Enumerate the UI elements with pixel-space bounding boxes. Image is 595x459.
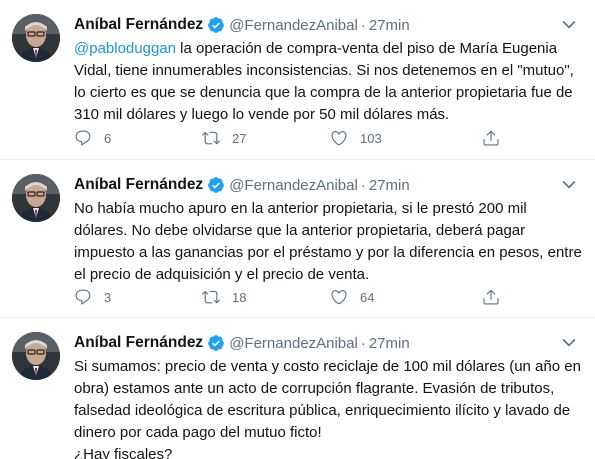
author-handle[interactable]: @FernandezAnibal [229, 335, 358, 352]
author-name[interactable]: Aníbal Fernández [74, 334, 203, 352]
like-button[interactable]: 103 [330, 127, 382, 149]
tweet-text-line: No había mucho apuro en la anterior prop… [74, 200, 527, 217]
tweet-text: @pabloduggan la operación de compra-vent… [74, 38, 579, 126]
tweet-header: Aníbal Fernández @FernandezAnibal · 27mi… [74, 14, 410, 36]
author-name[interactable]: Aníbal Fernández [74, 176, 203, 194]
retweet-icon [202, 288, 220, 306]
author-name[interactable]: Aníbal Fernández [74, 16, 203, 34]
avatar[interactable] [12, 332, 60, 380]
reply-count: 6 [104, 130, 112, 146]
share-icon [482, 288, 500, 306]
tweet-text-line: lo cierto es que se denuncia que la comp… [74, 84, 573, 101]
more-options-icon[interactable] [559, 174, 579, 194]
like-count: 103 [360, 130, 382, 146]
retweet-button[interactable]: 27 [202, 127, 246, 149]
tweet-text-line: impuesto a las ganancias por el préstamo… [74, 244, 582, 261]
avatar[interactable] [12, 14, 60, 62]
heart-icon [330, 129, 348, 147]
tweet-text: No había mucho apuro en la anterior prop… [74, 198, 582, 286]
share-icon [482, 129, 500, 147]
author-handle[interactable]: @FernandezAnibal [229, 177, 358, 194]
share-button[interactable] [482, 127, 500, 149]
tweet-text-line: 310 mil dólares y luego lo vende por 50 … [74, 106, 450, 123]
tweet-divider [0, 159, 595, 160]
tweet-actions: 6 27 103 [74, 127, 504, 149]
tweet-actions: 3 18 64 [74, 286, 504, 308]
tweet-text-line: dólares. No debe olvidarse que la anteri… [74, 222, 526, 239]
reply-button[interactable]: 6 [74, 127, 111, 149]
tweet-text-line: la operación de compra-venta del piso de… [175, 40, 558, 57]
reply-icon [74, 288, 92, 306]
verified-badge-icon [207, 334, 225, 352]
separator-dot: · [360, 16, 366, 34]
heart-icon [330, 288, 348, 306]
retweet-icon [202, 129, 220, 147]
separator-dot: · [360, 334, 366, 352]
tweet-text-line: el precio de adquisición y el precio de … [74, 266, 370, 283]
tweet-timestamp[interactable]: 27min [369, 335, 410, 352]
more-options-icon[interactable] [559, 332, 579, 352]
reply-button[interactable]: 3 [74, 286, 111, 308]
tweet-text-line: obra) estamos ante un acto de corrupción… [74, 380, 555, 397]
mention-link[interactable]: @pabloduggan [74, 40, 176, 57]
more-options-icon[interactable] [559, 14, 579, 34]
like-button[interactable]: 64 [330, 286, 374, 308]
verified-badge-icon [207, 16, 225, 34]
tweet-text-line: Si sumamos: precio de venta y costo reci… [74, 358, 581, 375]
tweet-divider [0, 317, 595, 318]
tweet-header: Aníbal Fernández @FernandezAnibal · 27mi… [74, 174, 410, 196]
reply-icon [74, 129, 92, 147]
tweet-text-line: ¿Hay fiscales? [74, 446, 173, 459]
reply-count: 3 [104, 289, 112, 305]
like-count: 64 [360, 289, 375, 305]
verified-badge-icon [207, 176, 225, 194]
tweet-text-line: falsedad ideológica de escritura pública… [74, 402, 571, 419]
share-button[interactable] [482, 286, 500, 308]
tweet-header: Aníbal Fernández @FernandezAnibal · 27mi… [74, 332, 410, 354]
tweet-text: Si sumamos: precio de venta y costo reci… [74, 356, 581, 459]
tweet-timestamp[interactable]: 27min [369, 177, 410, 194]
separator-dot: · [360, 176, 366, 194]
tweet-timestamp[interactable]: 27min [369, 17, 410, 34]
avatar[interactable] [12, 174, 60, 222]
tweet-text-line: Vidal, tiene innumerables inconsistencia… [74, 62, 574, 79]
retweet-count: 18 [232, 289, 247, 305]
retweet-count: 27 [232, 130, 247, 146]
tweet-text-line: dinero por cada pago del mutuo ficto! [74, 424, 322, 441]
retweet-button[interactable]: 18 [202, 286, 246, 308]
author-handle[interactable]: @FernandezAnibal [229, 17, 358, 34]
